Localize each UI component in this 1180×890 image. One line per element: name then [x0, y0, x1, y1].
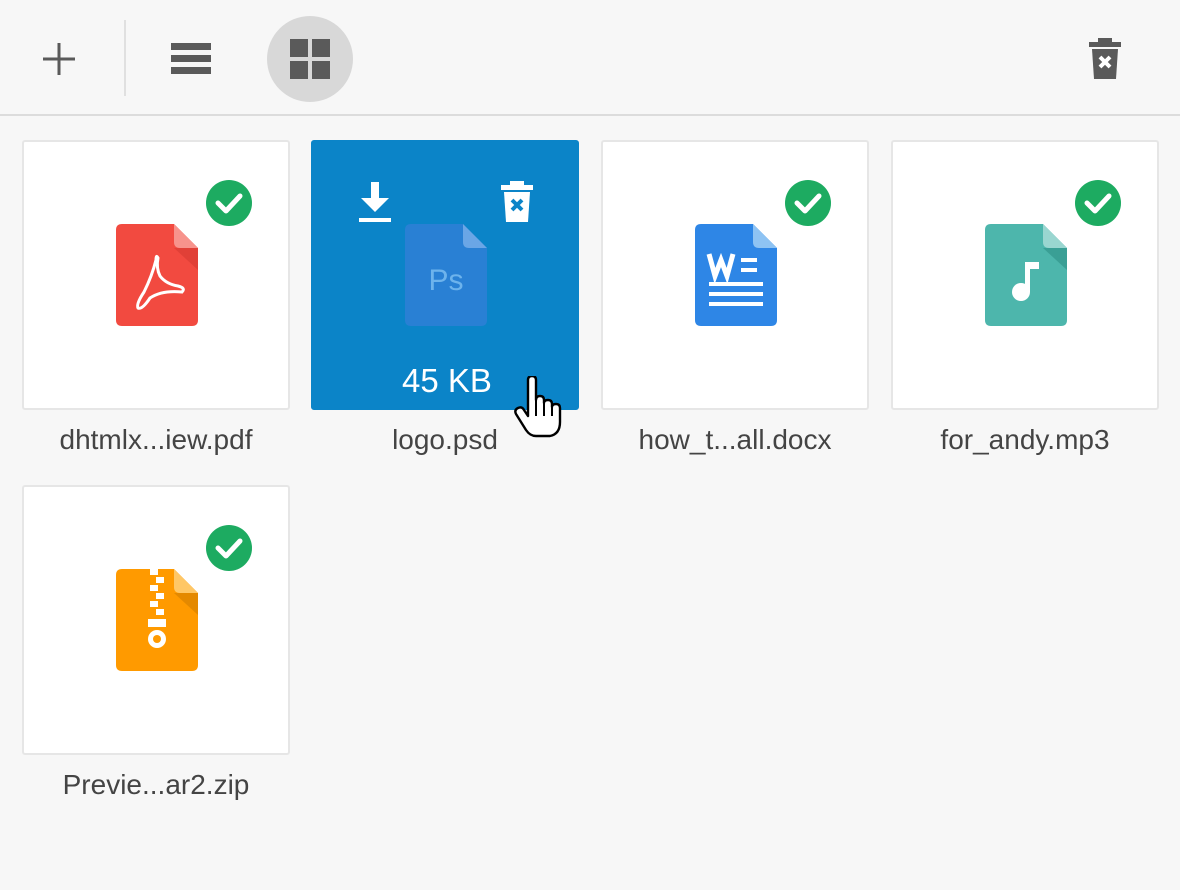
pdf-file-icon	[116, 224, 198, 326]
clear-all-button[interactable]	[1062, 16, 1148, 102]
file-card[interactable]: how_t...all.docx	[601, 140, 869, 455]
file-name: dhtmlx...iew.pdf	[59, 424, 253, 455]
grid-view-icon	[290, 39, 330, 79]
file-name: for_andy.mp3	[940, 424, 1110, 455]
file-grid: dhtmlx...iew.pdf Ps 45 KB logo.psd how_t…	[0, 116, 1180, 890]
file-name: Previe...ar2.zip	[62, 769, 250, 800]
trash-remove-icon	[1089, 38, 1121, 79]
zip-file-icon	[116, 569, 198, 671]
toolbar-divider	[124, 20, 126, 96]
delete-file-button[interactable]	[499, 180, 539, 226]
psd-file-icon: Ps	[405, 224, 487, 326]
file-card[interactable]: dhtmlx...iew.pdf	[22, 140, 290, 455]
word-file-icon	[695, 224, 777, 326]
toolbar	[0, 0, 1180, 116]
download-icon	[359, 182, 391, 222]
svg-text:Ps: Ps	[428, 264, 463, 297]
file-card-hovered[interactable]: Ps 45 KB logo.psd	[311, 140, 579, 455]
list-view-button[interactable]	[148, 16, 234, 102]
file-name: how_t...all.docx	[638, 424, 832, 455]
file-card[interactable]: Previe...ar2.zip	[22, 485, 290, 800]
plus-icon	[43, 43, 75, 75]
audio-file-icon	[985, 224, 1067, 326]
add-files-button[interactable]	[16, 16, 102, 102]
file-card[interactable]: for_andy.mp3	[891, 140, 1159, 455]
download-button[interactable]	[355, 180, 395, 226]
list-view-icon	[171, 43, 211, 74]
grid-view-button[interactable]	[267, 16, 353, 102]
trash-remove-icon	[501, 181, 533, 222]
check-circle-icon	[206, 180, 252, 226]
check-circle-icon	[1075, 180, 1121, 226]
check-circle-icon	[785, 180, 831, 226]
hand-cursor-icon	[514, 376, 562, 438]
check-circle-icon	[206, 525, 252, 571]
